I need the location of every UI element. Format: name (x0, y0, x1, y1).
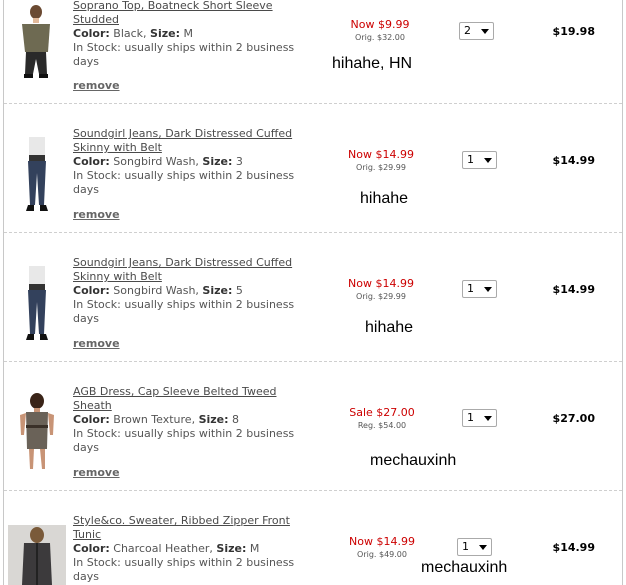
chevron-down-icon (479, 545, 487, 550)
chevron-down-icon (484, 287, 492, 292)
quantity-select[interactable]: 2 (459, 22, 494, 40)
handwritten-note: hihahe (365, 319, 414, 336)
item-total: $27.00 (552, 412, 595, 425)
remove-link[interactable]: remove (73, 466, 120, 479)
item-details: Soundgirl Jeans, Dark Distressed Cuffed … (73, 127, 313, 197)
price-block: Now $9.99 Orig. $32.00 (330, 18, 430, 42)
color-value: Charcoal Heather (113, 542, 210, 555)
product-title-link[interactable]: Soundgirl Jeans, Dark Distressed Cuffed … (73, 127, 313, 155)
quantity-value: 1 (467, 153, 474, 166)
quantity-select[interactable]: 1 (457, 538, 492, 556)
cart-item-row: Style&co. Sweater, Ribbed Zipper Front T… (4, 491, 622, 585)
cart-item-row: Soundgirl Jeans, Dark Distressed Cuffed … (4, 233, 622, 362)
product-title-link[interactable]: Soundgirl Jeans, Dark Distressed Cuffed … (73, 256, 313, 284)
price-block: Now $14.99 Orig. $29.99 (331, 277, 431, 301)
cart-item-row: Soprano Top, Boatneck Short Sleeve Studd… (4, 0, 622, 104)
handwritten-note: mechauxinh (421, 559, 508, 576)
product-image-jeans[interactable] (12, 133, 62, 215)
quantity-select[interactable]: 1 (462, 151, 497, 169)
price-now: Sale $27.00 (349, 406, 415, 419)
color-value: Songbird Wash (113, 155, 196, 168)
size-value: 5 (235, 284, 243, 297)
product-title-link[interactable]: AGB Dress, Cap Sleeve Belted Tweed Sheat… (73, 385, 313, 413)
product-title-link[interactable]: Style&co. Sweater, Ribbed Zipper Front T… (73, 514, 313, 542)
price-orig: Orig. $29.99 (356, 292, 406, 301)
size-label: Size: (202, 284, 233, 297)
item-details: Soundgirl Jeans, Dark Distressed Cuffed … (73, 256, 313, 326)
item-details: Soprano Top, Boatneck Short Sleeve Studd… (73, 0, 313, 69)
handwritten-note: hihahe, HN (332, 55, 413, 72)
price-now: Now $14.99 (349, 535, 415, 548)
cart-item-row: AGB Dress, Cap Sleeve Belted Tweed Sheat… (4, 362, 622, 491)
size-label: Size: (202, 155, 233, 168)
color-value: Brown Texture (113, 413, 192, 426)
size-label: Size: (216, 542, 247, 555)
stock-status: In Stock: usually ships within 2 busines… (73, 41, 295, 68)
color-label: Color: (73, 413, 110, 426)
product-image-dress[interactable] (12, 391, 62, 473)
quantity-select[interactable]: 1 (462, 280, 497, 298)
price-orig: Orig. $49.00 (357, 550, 407, 559)
chevron-down-icon (481, 29, 489, 34)
item-total: $14.99 (552, 283, 595, 296)
item-details: Style&co. Sweater, Ribbed Zipper Front T… (73, 514, 313, 584)
price-block: Now $14.99 Orig. $29.99 (331, 148, 431, 172)
price-now: Now $14.99 (348, 148, 414, 161)
quantity-select[interactable]: 1 (462, 409, 497, 427)
size-value: 3 (235, 155, 243, 168)
size-label: Size: (150, 27, 181, 40)
cart-item-row: Soundgirl Jeans, Dark Distressed Cuffed … (4, 104, 622, 233)
quantity-value: 1 (462, 540, 469, 553)
price-orig: Orig. $29.99 (356, 163, 406, 172)
handwritten-note: hihahe (360, 190, 409, 207)
product-image-sweater[interactable] (8, 525, 66, 585)
remove-link[interactable]: remove (73, 208, 120, 221)
item-total: $19.98 (552, 25, 595, 38)
stock-status: In Stock: usually ships within 2 busines… (73, 427, 295, 454)
chevron-down-icon (484, 416, 492, 421)
price-block: Now $14.99 Orig. $49.00 (332, 535, 432, 559)
size-value: 8 (232, 413, 240, 426)
price-now: Now $9.99 (350, 18, 410, 31)
color-label: Color: (73, 27, 110, 40)
stock-status: In Stock: usually ships within 2 busines… (73, 556, 295, 583)
price-now: Now $14.99 (348, 277, 414, 290)
size-value: M (249, 542, 260, 555)
handwritten-note: mechauxinh (370, 452, 457, 469)
price-orig: Reg. $54.00 (357, 421, 407, 430)
remove-link[interactable]: remove (73, 79, 120, 92)
product-image-jeans[interactable] (12, 262, 62, 344)
quantity-value: 2 (464, 24, 471, 37)
price-block: Sale $27.00 Reg. $54.00 (332, 406, 432, 430)
price-orig: Orig. $32.00 (355, 33, 405, 42)
remove-link[interactable]: remove (73, 337, 120, 350)
item-total: $14.99 (552, 154, 595, 167)
product-image-top[interactable] (12, 4, 62, 86)
color-value: Black (113, 27, 144, 40)
quantity-value: 1 (467, 411, 474, 424)
cart-right-border (622, 0, 623, 585)
color-label: Color: (73, 155, 110, 168)
color-label: Color: (73, 542, 110, 555)
product-title-link[interactable]: Soprano Top, Boatneck Short Sleeve Studd… (73, 0, 313, 27)
item-details: AGB Dress, Cap Sleeve Belted Tweed Sheat… (73, 385, 313, 455)
quantity-value: 1 (467, 282, 474, 295)
color-value: Songbird Wash (113, 284, 196, 297)
chevron-down-icon (484, 158, 492, 163)
stock-status: In Stock: usually ships within 2 busines… (73, 169, 295, 196)
item-total: $14.99 (552, 541, 595, 554)
size-label: Size: (198, 413, 229, 426)
size-value: M (183, 27, 194, 40)
color-label: Color: (73, 284, 110, 297)
stock-status: In Stock: usually ships within 2 busines… (73, 298, 295, 325)
